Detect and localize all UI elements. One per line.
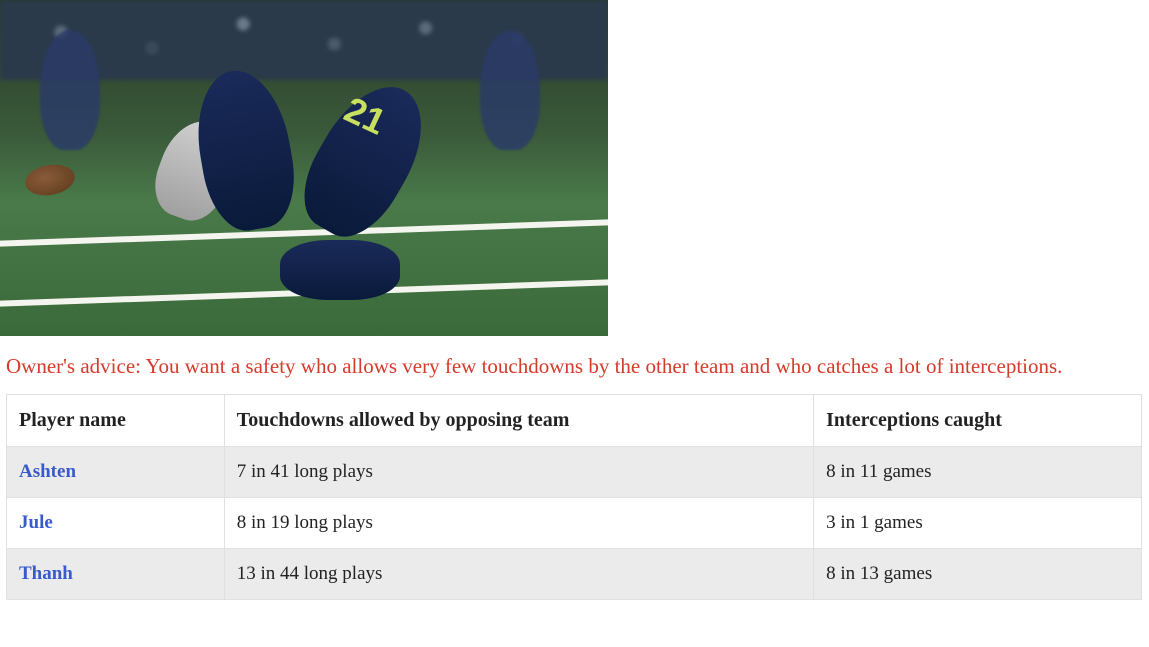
col-header-player: Player name bbox=[7, 394, 225, 446]
col-header-interceptions: Interceptions caught bbox=[814, 394, 1142, 446]
touchdowns-cell: 8 in 19 long plays bbox=[224, 497, 813, 548]
interceptions-cell: 3 in 1 games bbox=[814, 497, 1142, 548]
player-stats-table: Player name Touchdowns allowed by opposi… bbox=[6, 394, 1142, 600]
owners-advice-text: Owner's advice: You want a safety who al… bbox=[0, 336, 1149, 394]
table-row: Jule 8 in 19 long plays 3 in 1 games bbox=[7, 497, 1142, 548]
interceptions-cell: 8 in 11 games bbox=[814, 446, 1142, 497]
football-action-image: 21 bbox=[0, 0, 608, 336]
table-header-row: Player name Touchdowns allowed by opposi… bbox=[7, 394, 1142, 446]
player-name-link[interactable]: Thanh bbox=[7, 548, 225, 599]
touchdowns-cell: 7 in 41 long plays bbox=[224, 446, 813, 497]
touchdowns-cell: 13 in 44 long plays bbox=[224, 548, 813, 599]
interceptions-cell: 8 in 13 games bbox=[814, 548, 1142, 599]
player-name-link[interactable]: Jule bbox=[7, 497, 225, 548]
player-name-link[interactable]: Ashten bbox=[7, 446, 225, 497]
table-row: Thanh 13 in 44 long plays 8 in 13 games bbox=[7, 548, 1142, 599]
col-header-touchdowns: Touchdowns allowed by opposing team bbox=[224, 394, 813, 446]
table-row: Ashten 7 in 41 long plays 8 in 11 games bbox=[7, 446, 1142, 497]
